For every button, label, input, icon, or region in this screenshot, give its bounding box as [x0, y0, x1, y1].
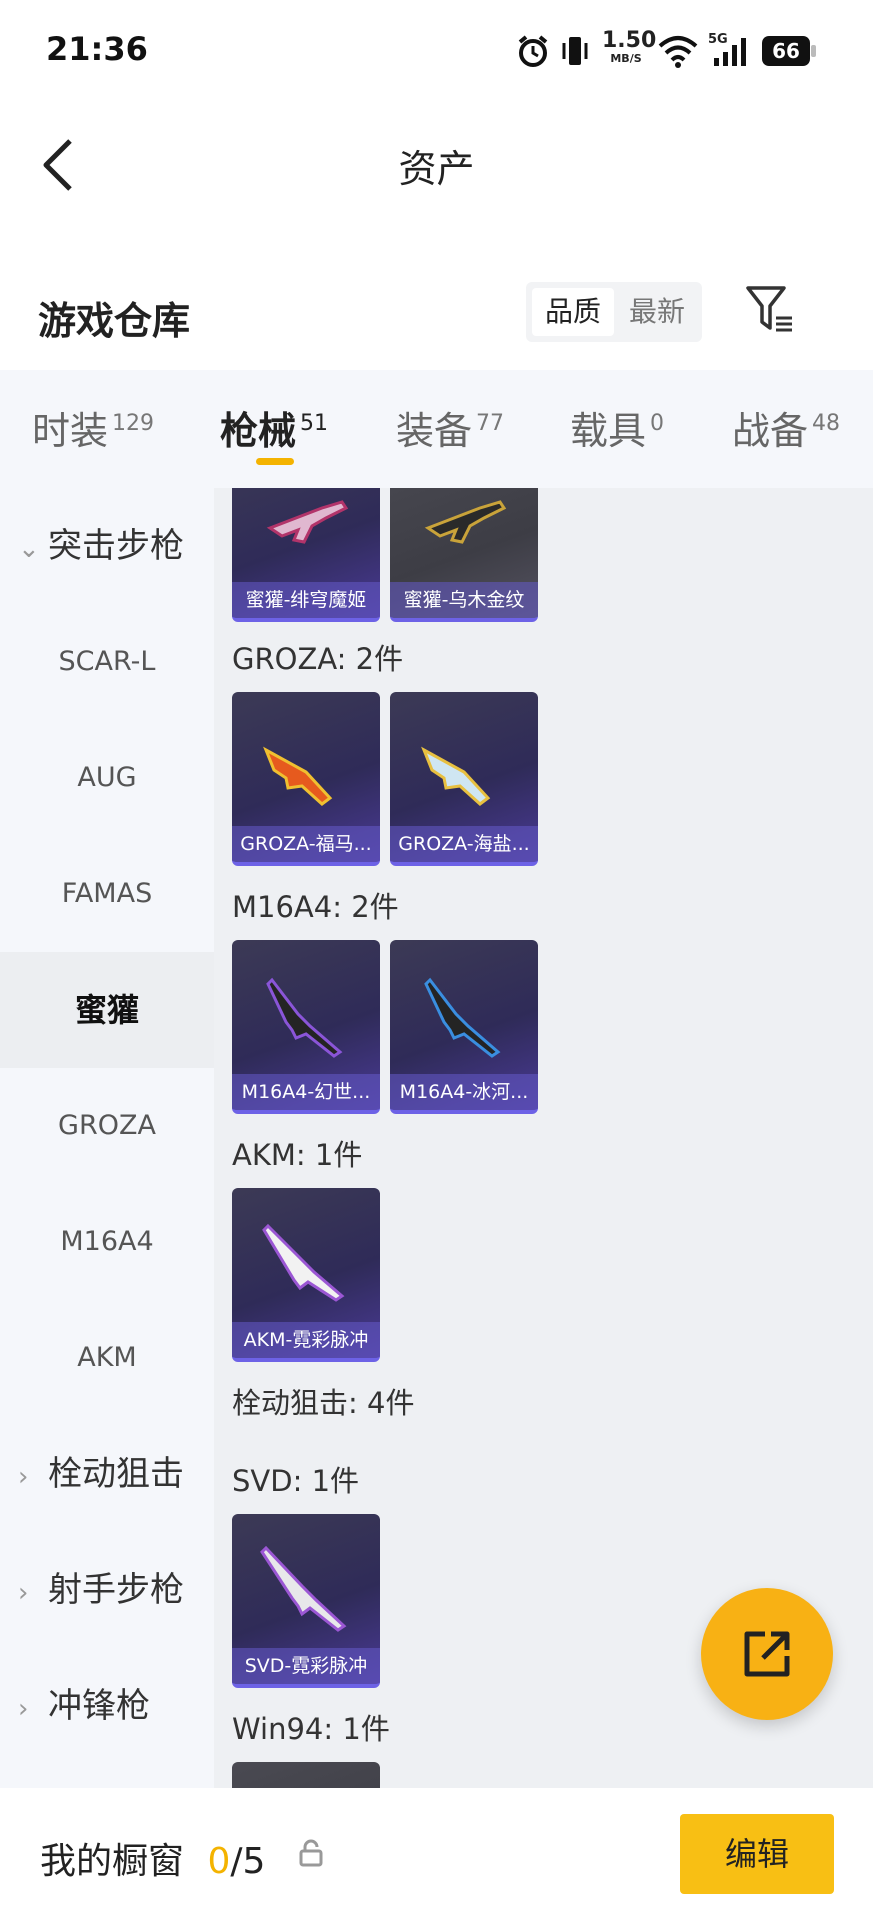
rifle-icon — [424, 977, 501, 1058]
nav-aug[interactable]: AUG — [0, 720, 214, 836]
status-bar: 21:36 1.50 MB/S 5G 66 — [0, 0, 873, 104]
group-title-akm: AKM: 1件 — [232, 1138, 363, 1172]
lock-icon — [299, 1839, 323, 1867]
battery-level: 66 — [772, 39, 800, 63]
weapon-card-label: M16A4-冰河... — [390, 1074, 538, 1110]
weapon-card[interactable]: M16A4-冰河... — [390, 940, 538, 1114]
group-title-win94: Win94: 1件 — [232, 1712, 390, 1746]
rifle-icon — [424, 500, 507, 544]
group-title-groza: GROZA: 2件 — [232, 642, 404, 676]
weapon-card-label: 蜜獾-乌木金纹 — [390, 582, 538, 618]
rifle-icon — [263, 746, 333, 806]
weapon-card-label: GROZA-福马... — [232, 826, 380, 862]
group-title-bolt-action: 栓动狙击: 4件 — [232, 1386, 415, 1420]
rifle-icon — [421, 746, 491, 806]
chevron-down-icon: ⌄ — [18, 534, 40, 564]
active-tab-indicator — [256, 458, 294, 465]
alarm-icon — [518, 35, 548, 67]
nav-bolt-action-snipers[interactable]: › 栓动狙击 — [0, 1416, 214, 1532]
sort-latest-button[interactable]: 最新 — [616, 288, 698, 336]
battery-tip — [811, 45, 816, 57]
rifle-icon — [266, 977, 343, 1058]
weapon-card-label: AKM-霓彩脉冲 — [232, 1322, 380, 1358]
sort-segmented-control: 品质 最新 — [526, 282, 702, 342]
rifle-icon — [262, 1223, 345, 1302]
showcase-count-total: /5 — [230, 1841, 266, 1882]
chevron-right-icon: › — [18, 1694, 29, 1724]
chevron-right-icon: › — [18, 1578, 29, 1608]
weapon-card[interactable]: GROZA-福马... — [232, 692, 380, 866]
weapon-card-label: 蜜獾-绯穹魔姬 — [232, 582, 380, 618]
group-title-m16a4: M16A4: 2件 — [232, 890, 399, 924]
nav-marksman-rifles[interactable]: › 射手步枪 — [0, 1532, 214, 1648]
share-icon — [744, 1631, 790, 1677]
vibrate-icon — [562, 37, 588, 65]
network-speed: 1.50 MB/S — [602, 28, 657, 66]
tab-fashion[interactable]: 时装 129 — [32, 400, 154, 455]
weapon-card[interactable]: SVD-霓彩脉冲 — [232, 1514, 380, 1688]
rifle-icon — [266, 500, 349, 544]
nav-groza[interactable]: GROZA — [0, 1068, 214, 1184]
nav-famas[interactable]: FAMAS — [0, 836, 214, 952]
weapon-category-nav: ⌄ 突击步枪 SCAR-L AUG FAMAS 蜜獾 GROZA M16A4 AK… — [0, 488, 214, 1788]
tab-firearms[interactable]: 枪械 51 — [220, 400, 328, 455]
chevron-right-icon: › — [18, 1462, 29, 1492]
wifi-icon — [658, 36, 698, 68]
status-time: 21:36 — [46, 30, 148, 68]
nav-scar-l[interactable]: SCAR-L — [0, 604, 214, 720]
weapon-card[interactable] — [232, 1762, 380, 1788]
weapon-card[interactable]: 蜜獾-绯穹魔姬 — [232, 488, 380, 622]
warehouse-title: 游戏仓库 — [38, 299, 191, 343]
page-title: 资产 — [398, 147, 475, 191]
nav-m16a4[interactable]: M16A4 — [0, 1184, 214, 1300]
weapon-card-label: SVD-霓彩脉冲 — [232, 1648, 380, 1684]
nav-honey-badger[interactable]: 蜜獾 — [0, 952, 214, 1068]
weapon-card[interactable]: GROZA-海盐... — [390, 692, 538, 866]
share-button[interactable] — [701, 1588, 833, 1720]
battery-icon: 66 — [762, 36, 810, 66]
tab-combat-supplies[interactable]: 战备 48 — [732, 400, 840, 455]
edit-button[interactable]: 编辑 — [680, 1814, 834, 1894]
filter-icon[interactable] — [744, 284, 796, 336]
weapon-card[interactable]: AKM-霓彩脉冲 — [232, 1188, 380, 1362]
weapon-card[interactable]: 蜜獾-乌木金纹 — [390, 488, 538, 622]
group-title-svd: SVD: 1件 — [232, 1464, 360, 1498]
weapon-card-label: GROZA-海盐... — [390, 826, 538, 862]
nav-assault-rifles[interactable]: ⌄ 突击步枪 — [0, 488, 214, 604]
rifle-icon — [260, 1545, 347, 1632]
nav-akm[interactable]: AKM — [0, 1300, 214, 1416]
weapon-card[interactable]: M16A4-幻世... — [232, 940, 380, 1114]
showcase-count-current: 0 — [207, 1841, 231, 1882]
nav-smgs[interactable]: › 冲锋枪 — [0, 1648, 214, 1764]
tab-vehicles[interactable]: 载具 0 — [570, 400, 664, 455]
signal-icon — [714, 38, 746, 66]
tab-equipment[interactable]: 装备 77 — [396, 400, 504, 455]
sort-quality-button[interactable]: 品质 — [532, 288, 614, 336]
showcase-label: 我的橱窗 0/5 — [40, 1841, 266, 1882]
weapon-card-label: M16A4-幻世... — [232, 1074, 380, 1110]
